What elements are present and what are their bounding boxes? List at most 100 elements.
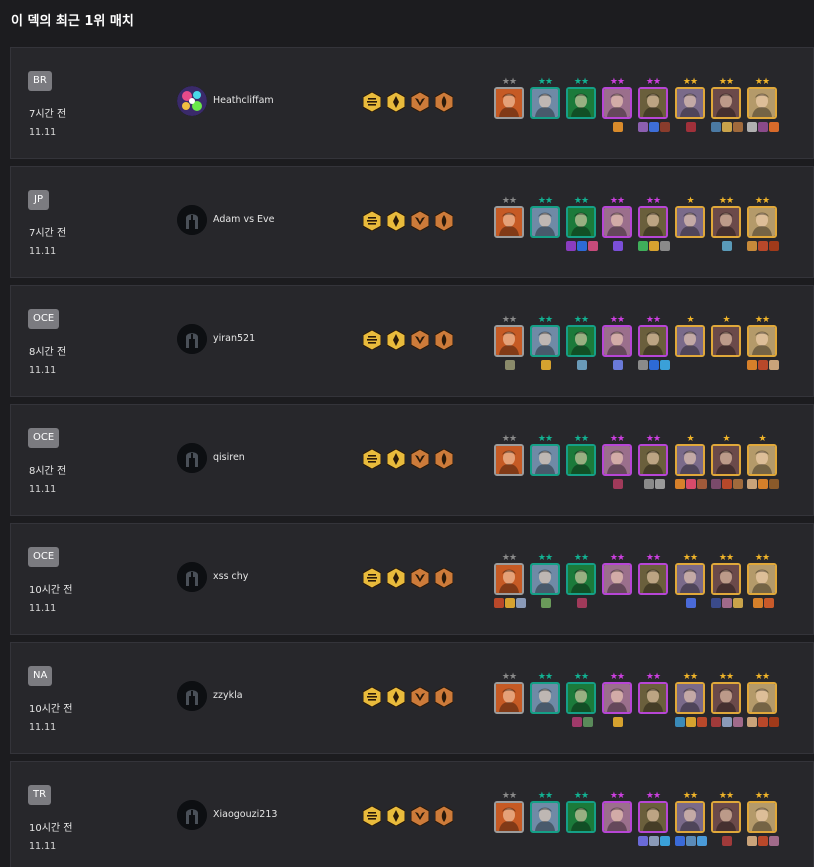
item-icon[interactable] [660, 241, 670, 251]
unit-portrait-6[interactable] [675, 444, 705, 476]
unit-portrait-1[interactable] [494, 87, 524, 119]
unit-portrait-2[interactable] [530, 87, 560, 119]
bronze-flame-trait-icon[interactable] [434, 329, 454, 351]
gold-layered-trait-icon[interactable] [362, 686, 382, 708]
unit-slot[interactable]: ★★ [638, 315, 670, 385]
unit-portrait-4[interactable] [602, 682, 632, 714]
item-icon[interactable] [675, 836, 685, 846]
bronze-flame-trait-icon[interactable] [434, 448, 454, 470]
item-icon[interactable] [747, 241, 757, 251]
gold-layered-trait-icon[interactable] [362, 210, 382, 232]
item-icon[interactable] [638, 836, 648, 846]
player-name[interactable]: xss chy [213, 571, 248, 582]
unit-slot[interactable]: ★★ [638, 77, 670, 147]
item-icon[interactable] [649, 360, 659, 370]
item-icon[interactable] [769, 836, 779, 846]
unit-slot[interactable]: ★★ [711, 196, 741, 266]
item-icon[interactable] [763, 598, 774, 608]
unit-portrait-8[interactable] [747, 87, 777, 119]
unit-slot[interactable]: ★★ [675, 672, 707, 742]
unit-portrait-5[interactable] [638, 444, 668, 476]
bronze-wing-trait-icon[interactable] [410, 210, 430, 232]
unit-slot[interactable]: ★★ [530, 672, 560, 742]
unit-portrait-4[interactable] [602, 325, 632, 357]
unit-portrait-3[interactable] [566, 206, 596, 238]
item-icon[interactable] [733, 122, 743, 132]
item-icon[interactable] [638, 241, 648, 251]
unit-slot[interactable]: ★★ [530, 553, 560, 623]
unit-portrait-7[interactable] [711, 87, 741, 119]
item-icon[interactable] [660, 836, 670, 846]
unit-portrait-1[interactable] [494, 682, 524, 714]
item-icon[interactable] [613, 122, 623, 132]
item-icon[interactable] [613, 360, 623, 370]
unit-portrait-4[interactable] [602, 563, 632, 595]
unit-portrait-1[interactable] [494, 206, 524, 238]
unit-slot[interactable]: ★★ [675, 791, 707, 861]
bronze-wing-trait-icon[interactable] [410, 686, 430, 708]
unit-slot[interactable]: ★★ [747, 196, 779, 266]
unit-slot[interactable]: ★★ [566, 672, 596, 742]
item-icon[interactable] [686, 122, 696, 132]
unit-portrait-6[interactable] [675, 87, 705, 119]
unit-portrait-5[interactable] [638, 87, 668, 119]
gold-layered-trait-icon[interactable] [362, 448, 382, 470]
unit-portrait-2[interactable] [530, 801, 560, 833]
item-icon[interactable] [588, 241, 598, 251]
unit-portrait-7[interactable] [711, 563, 741, 595]
item-icon[interactable] [686, 717, 696, 727]
unit-portrait-2[interactable] [530, 563, 560, 595]
match-card[interactable]: JP 7시간 전 11.11 Adam vs Eve ★★ ★★ ★★ ★★ ★★ ★ ★★ ★★ [10, 166, 814, 278]
item-icon[interactable] [571, 717, 582, 727]
unit-slot[interactable]: ★★ [602, 77, 632, 147]
unit-slot[interactable]: ★★ [747, 672, 779, 742]
unit-slot[interactable]: ★★ [494, 77, 524, 147]
unit-portrait-3[interactable] [566, 563, 596, 595]
unit-slot[interactable]: ★★ [602, 553, 632, 623]
item-icon[interactable] [541, 360, 551, 370]
unit-slot[interactable]: ★★ [747, 77, 779, 147]
item-icon[interactable] [516, 598, 526, 608]
unit-slot[interactable]: ★★ [494, 553, 526, 623]
item-icon[interactable] [638, 122, 648, 132]
unit-slot[interactable]: ★★ [494, 315, 524, 385]
unit-portrait-6[interactable] [675, 206, 705, 238]
unit-slot[interactable]: ★★ [638, 196, 670, 266]
bronze-wing-trait-icon[interactable] [410, 329, 430, 351]
item-icon[interactable] [577, 241, 587, 251]
unit-slot[interactable]: ★★ [530, 434, 560, 504]
unit-portrait-5[interactable] [638, 563, 668, 595]
item-icon[interactable] [675, 717, 685, 727]
item-icon[interactable] [505, 598, 515, 608]
unit-slot[interactable]: ★★ [530, 791, 560, 861]
unit-portrait-4[interactable] [602, 206, 632, 238]
unit-slot[interactable]: ★ [675, 434, 707, 504]
item-icon[interactable] [686, 836, 696, 846]
player-name[interactable]: Adam vs Eve [213, 214, 275, 225]
unit-slot[interactable]: ★★ [602, 791, 632, 861]
item-icon[interactable] [643, 479, 654, 489]
item-icon[interactable] [577, 598, 587, 608]
gold-spike-trait-icon[interactable] [386, 329, 406, 351]
item-icon[interactable] [758, 479, 768, 489]
unit-slot[interactable]: ★★ [711, 791, 741, 861]
gold-spike-trait-icon[interactable] [386, 686, 406, 708]
player-name[interactable]: qisiren [213, 452, 245, 463]
unit-portrait-8[interactable] [747, 444, 777, 476]
player-name[interactable]: zzykla [213, 690, 243, 701]
unit-portrait-1[interactable] [494, 325, 524, 357]
unit-slot[interactable]: ★★ [530, 196, 560, 266]
unit-slot[interactable]: ★★ [566, 791, 596, 861]
unit-portrait-6[interactable] [675, 325, 705, 357]
unit-portrait-3[interactable] [566, 682, 596, 714]
item-icon[interactable] [660, 122, 670, 132]
match-card[interactable]: OCE 8시간 전 11.11 yiran521 ★★ ★★ ★★ ★★ ★★ ★ ★ ★★ [10, 285, 814, 397]
unit-portrait-4[interactable] [602, 444, 632, 476]
item-icon[interactable] [769, 717, 779, 727]
unit-slot[interactable]: ★★ [494, 672, 524, 742]
unit-slot[interactable]: ★★ [711, 672, 743, 742]
unit-portrait-7[interactable] [711, 206, 741, 238]
item-icon[interactable] [613, 717, 623, 727]
item-icon[interactable] [494, 598, 504, 608]
unit-slot[interactable]: ★★ [675, 553, 705, 623]
